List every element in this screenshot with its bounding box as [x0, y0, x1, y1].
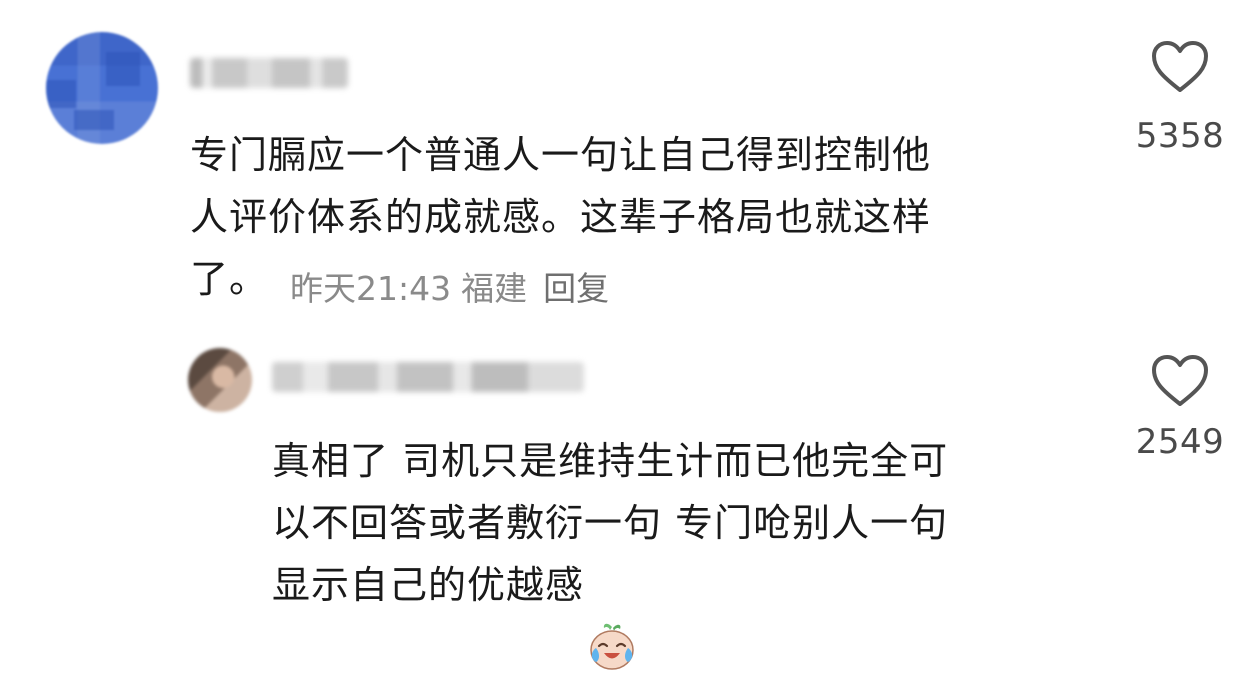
- comment-time: 昨天21:43: [290, 269, 452, 308]
- username[interactable]: [272, 362, 584, 392]
- like-button[interactable]: 5358: [1120, 40, 1240, 156]
- avatar[interactable]: [188, 348, 252, 412]
- crying-laughing-emoji-icon: [586, 558, 638, 670]
- comment-location: 福建: [461, 269, 528, 308]
- avatar[interactable]: [46, 32, 158, 144]
- reply-text-container: 真相了 司机只是维持生计而已他完全可 以不回答或者敷衍一句 专门呛别人一句 显示…: [272, 430, 1102, 670]
- like-button[interactable]: 2549: [1120, 354, 1240, 462]
- username[interactable]: [190, 58, 348, 88]
- reply-button[interactable]: 回复: [543, 269, 609, 308]
- heart-icon[interactable]: [1150, 40, 1210, 94]
- like-count: 5358: [1135, 116, 1225, 156]
- comment-meta: 昨天21:43 福建 回复: [290, 262, 619, 310]
- heart-icon[interactable]: [1150, 354, 1210, 408]
- like-count: 2549: [1135, 422, 1225, 462]
